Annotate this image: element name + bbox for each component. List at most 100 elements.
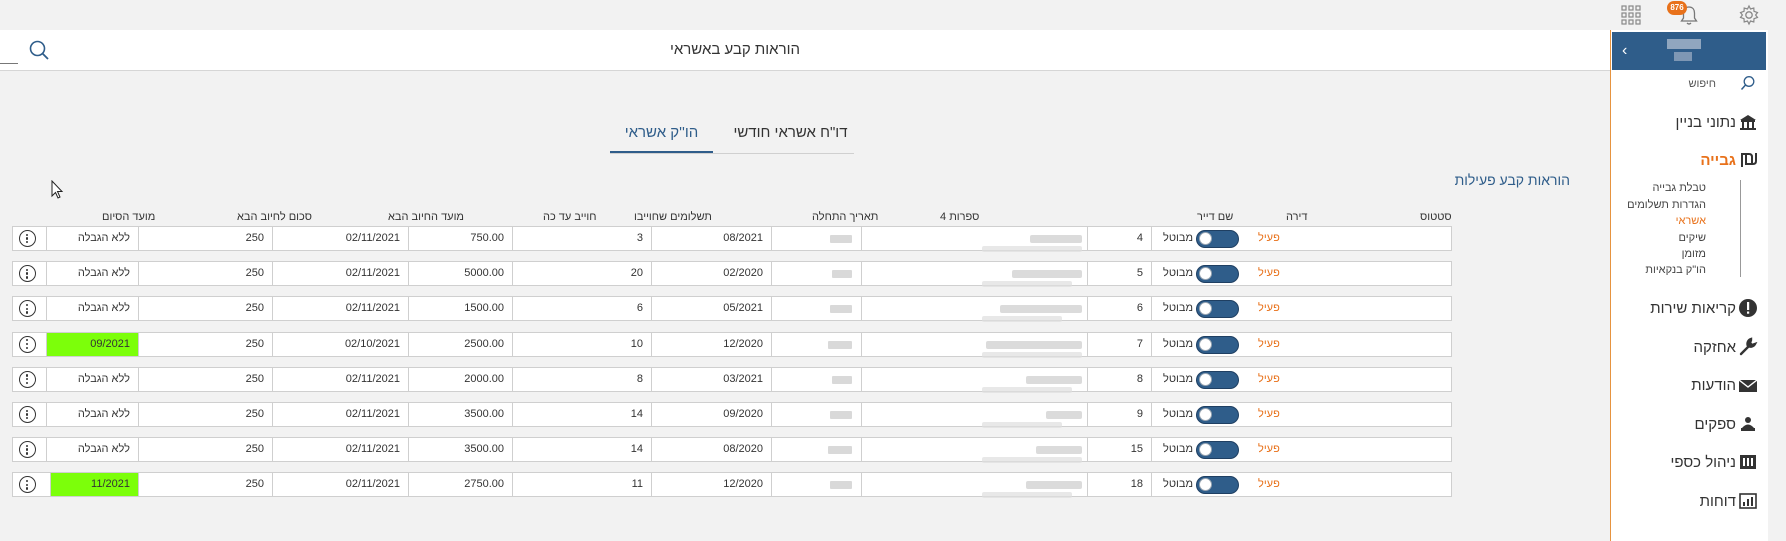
cell-4-digits [771, 403, 861, 426]
sidebar-item-collection[interactable]: גבייה [1700, 152, 1736, 169]
row-menu-button[interactable] [19, 300, 36, 318]
row-menu-button[interactable] [19, 476, 36, 494]
tenant-name-blurred-shadow [982, 281, 1072, 288]
sidebar-item-maintenance[interactable]: אחזקה [1694, 339, 1737, 356]
cell-payments: 3 [512, 227, 651, 250]
sidebar-subitem-bank-orders[interactable]: הו"ק בנקאיות [1645, 264, 1706, 276]
status-toggle[interactable] [1196, 441, 1239, 460]
cell-apartment: 5 [1087, 262, 1151, 286]
cell-payments: 14 [512, 438, 651, 462]
cell-start-date: 08/2020 [651, 438, 771, 462]
sidebar-item-reports[interactable]: דוחות [1700, 493, 1736, 510]
tenant-name-blurred [1026, 375, 1082, 384]
status-toggle[interactable] [1196, 265, 1239, 284]
cell-start-date: 09/2020 [651, 403, 771, 426]
cell-next-date: 02/11/2021 [272, 297, 408, 321]
cell-4-digits [771, 438, 861, 462]
sidebar-item-building-data[interactable]: נתוני בניין [1676, 114, 1737, 131]
toggle-knob [1199, 337, 1212, 351]
status-toggle[interactable] [1196, 406, 1239, 424]
column-header-start-date: תאריך התחלה [812, 211, 879, 223]
gear-icon[interactable] [1738, 4, 1760, 26]
tenant-name-blurred-shadow [982, 316, 1062, 323]
cell-next-amount: 250 [138, 227, 272, 250]
sidebar-item-suppliers[interactable]: ספקים [1695, 416, 1736, 433]
status-cancelled-label: מבוטל [1163, 232, 1194, 244]
table-row: ללא הגבלה 250 02/11/2021 3500.00 14 08/2020 15… [12, 437, 1452, 464]
chevron-left-icon[interactable]: ‹ [1622, 42, 1627, 60]
sidebar-item-financial-management[interactable]: ניהול כספי [1670, 454, 1736, 471]
status-cancelled-label: מבוטל [1163, 372, 1194, 385]
cell-next-date: 02/11/2021 [272, 473, 408, 497]
cell-payments: 20 [512, 262, 651, 286]
column-header-next-date: מועד החיוב הבא [388, 211, 464, 223]
status-toggle[interactable] [1196, 230, 1239, 248]
cell-charged: 3500.00 [408, 403, 512, 426]
status-toggle[interactable] [1196, 370, 1239, 389]
status-cancelled-label: מבוטל [1163, 302, 1194, 315]
row-menu-button[interactable] [19, 406, 36, 423]
toggle-knob [1199, 232, 1212, 245]
sidebar-subitem-payment-settings[interactable]: הגדרות תשלומים [1627, 199, 1706, 211]
row-menu-button[interactable] [19, 230, 36, 247]
sidebar-search-input[interactable]: חיפוש [1620, 78, 1716, 90]
row-menu-button[interactable] [19, 441, 36, 459]
sidebar-scrollbar[interactable] [1768, 30, 1786, 541]
status-toggle[interactable] [1196, 476, 1239, 495]
sidebar-subitem-checks[interactable]: שיקים [1679, 232, 1706, 244]
status-active-label: פעיל [1258, 372, 1280, 385]
row-menu-button[interactable] [19, 265, 36, 283]
section-title: הוראות קבע פעילות [1454, 172, 1570, 188]
report-icon [1739, 493, 1757, 509]
cell-apartment: 15 [1087, 438, 1151, 462]
cell-end-date: 09/2021 [46, 332, 138, 356]
sidebar-subitem-cash[interactable]: מזומן [1682, 248, 1706, 260]
cell-payments: 8 [512, 367, 651, 391]
status-active-label: פעיל [1258, 408, 1280, 420]
cell-end-date: ללא הגבלה [46, 438, 138, 462]
toggle-knob [1199, 302, 1212, 316]
submenu-divider [1740, 180, 1741, 277]
status-active-label: פעיל [1258, 478, 1280, 491]
tab-monthly-credit-report[interactable]: דו"ח אשראי חודשי [727, 118, 854, 151]
row-menu-button[interactable] [19, 335, 36, 353]
user-box[interactable]: ‹ [1612, 32, 1766, 70]
toggle-knob [1199, 478, 1212, 492]
tenant-name-blurred [986, 340, 1082, 349]
cell-tenant [861, 367, 1087, 393]
table-row: ללא הגבלה 250 02/11/2021 3500.00 14 09/2020 9 מ… [12, 402, 1452, 428]
cell-apartment: 18 [1087, 473, 1151, 497]
status-toggle[interactable] [1196, 335, 1239, 354]
sidebar-item-messages[interactable]: הודעות [1691, 377, 1736, 394]
shekel-icon [1741, 153, 1757, 167]
cell-tenant [861, 403, 1087, 428]
cell-payments: 10 [512, 332, 651, 356]
cell-4-digits [771, 227, 861, 250]
tenant-name-blurred [1030, 235, 1082, 243]
cell-start-date: 12/2020 [651, 332, 771, 356]
cell-start-date: 08/2021 [651, 227, 771, 250]
table-row: 11/2021 250 02/11/2021 2750.00 11 12/2020 18 מב… [12, 472, 1452, 499]
building-icon [1740, 115, 1756, 130]
cell-tenant [861, 262, 1087, 288]
sidebar-search-icon[interactable] [1740, 75, 1756, 91]
toggle-knob [1199, 443, 1212, 457]
cell-tenant [861, 438, 1087, 464]
sidebar-subitem-credit[interactable]: אשראי [1676, 215, 1706, 227]
status-toggle[interactable] [1196, 300, 1239, 319]
cell-next-amount: 250 [138, 332, 272, 356]
toggle-knob [1199, 267, 1212, 281]
tenant-name-blurred-shadow [982, 492, 1072, 499]
sidebar-subitem-collection-table[interactable]: טבלת גבייה [1652, 182, 1706, 194]
cell-tenant [861, 332, 1087, 358]
apps-grid-icon[interactable] [1620, 4, 1642, 26]
column-header-payments: תשלומים שחוייבו [634, 211, 712, 223]
cell-apartment: 6 [1087, 297, 1151, 321]
tenant-name-blurred-shadow [982, 422, 1062, 428]
supplier-icon [1741, 417, 1755, 431]
tab-credit-standing-orders[interactable]: הו''ק אשראי [610, 118, 713, 153]
row-menu-button[interactable] [19, 370, 36, 388]
sidebar-item-service-calls[interactable]: קריאות שירות [1650, 300, 1736, 317]
digits-blurred [830, 305, 852, 314]
cell-apartment: 8 [1087, 367, 1151, 391]
